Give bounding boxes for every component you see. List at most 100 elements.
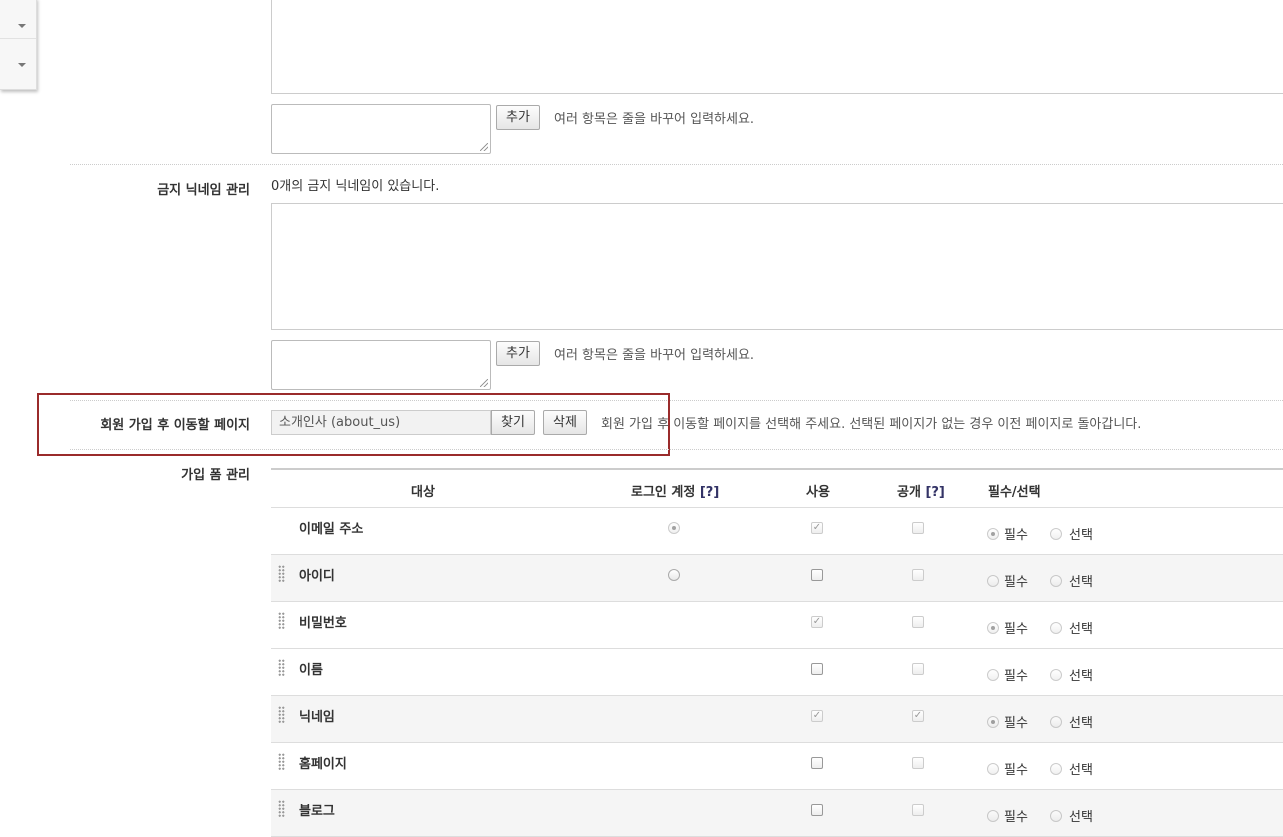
use-checkbox[interactable]: ✓: [811, 616, 823, 628]
row-name: 아이디: [299, 569, 335, 584]
banned-id-add-textarea[interactable]: [271, 104, 491, 154]
col-target: 대상: [411, 485, 435, 500]
table-row: 비밀번호 ✓ 필수 선택: [271, 602, 1283, 649]
optional-radio[interactable]: [1050, 810, 1062, 822]
col-login-account-label: 로그인 계정: [631, 485, 696, 500]
col-public: 공개 [?]: [897, 481, 945, 500]
banned-nickname-add-button[interactable]: 추가: [496, 341, 540, 366]
col-required-optional: 필수/선택: [988, 485, 1041, 500]
optional-radio[interactable]: [1050, 528, 1062, 540]
public-checkbox[interactable]: [912, 804, 924, 816]
use-checkbox[interactable]: [811, 757, 823, 769]
required-radio[interactable]: [987, 622, 999, 634]
table-row: 아이디 필수 선택: [271, 555, 1283, 602]
banned-nickname-label: 금지 닉네임 관리: [157, 183, 250, 198]
public-checkbox[interactable]: [912, 663, 924, 675]
required-radio[interactable]: [987, 575, 999, 587]
resize-grip-icon[interactable]: [480, 379, 488, 387]
optional-radio[interactable]: [1050, 763, 1062, 775]
optional-label: 선택: [1069, 716, 1093, 731]
drag-handle-icon[interactable]: [278, 753, 285, 771]
resize-grip-icon[interactable]: [480, 143, 488, 151]
public-checkbox[interactable]: [912, 522, 924, 534]
banned-id-help: 여러 항목은 줄을 바꾸어 입력하세요.: [554, 112, 755, 127]
col-use: 사용: [806, 485, 830, 500]
optional-radio[interactable]: [1050, 669, 1062, 681]
use-checkbox[interactable]: ✓: [811, 710, 823, 722]
optional-radio[interactable]: [1050, 622, 1062, 634]
table-row: 블로그 필수 선택: [271, 790, 1283, 837]
drag-handle-icon[interactable]: [278, 659, 285, 677]
row-name: 블로그: [299, 804, 335, 819]
chevron-down-icon: [18, 63, 26, 67]
optional-radio[interactable]: [1050, 716, 1062, 728]
optional-label: 선택: [1069, 669, 1093, 684]
dropdown-toggle-1[interactable]: [0, 0, 36, 39]
use-checkbox[interactable]: ✓: [811, 522, 823, 534]
required-label: 필수: [1004, 528, 1028, 543]
help-link[interactable]: [?]: [700, 485, 719, 500]
table-header: 대상 로그인 계정 [?] 사용 공개 [?] 필수/선택: [271, 470, 1283, 508]
help-link[interactable]: [?]: [925, 485, 944, 500]
use-checkbox[interactable]: [811, 804, 823, 816]
row-name: 홈페이지: [299, 757, 347, 772]
optional-label: 선택: [1069, 528, 1093, 543]
chevron-down-icon: [18, 24, 26, 28]
banned-nickname-add-textarea[interactable]: [271, 340, 491, 390]
table-row: 이름 필수 선택: [271, 649, 1283, 696]
divider: [70, 164, 1283, 165]
required-label: 필수: [1004, 763, 1028, 778]
divider: [70, 449, 1283, 450]
use-checkbox[interactable]: [811, 663, 823, 675]
optional-label: 선택: [1069, 763, 1093, 778]
drag-handle-icon[interactable]: [278, 612, 285, 630]
redirect-page-input[interactable]: 소개인사 (about_us): [271, 410, 491, 435]
drag-handle-icon[interactable]: [278, 565, 285, 583]
required-label: 필수: [1004, 669, 1028, 684]
find-page-button[interactable]: 찾기: [491, 410, 535, 435]
col-login-account: 로그인 계정 [?]: [631, 481, 719, 500]
table-row: 닉네임 ✓ ✓ 필수 선택: [271, 696, 1283, 743]
drag-handle-icon[interactable]: [278, 706, 285, 724]
public-checkbox[interactable]: [912, 569, 924, 581]
required-radio[interactable]: [987, 763, 999, 775]
redirect-page-label: 회원 가입 후 이동할 페이지: [100, 418, 250, 433]
row-name: 비밀번호: [299, 616, 347, 631]
optional-label: 선택: [1069, 575, 1093, 590]
public-checkbox[interactable]: ✓: [912, 710, 924, 722]
required-label: 필수: [1004, 716, 1028, 731]
signup-form-label: 가입 폼 관리: [181, 468, 250, 483]
row-name: 닉네임: [299, 710, 335, 725]
use-checkbox[interactable]: [811, 569, 823, 581]
table-row: 홈페이지 필수 선택: [271, 743, 1283, 790]
signup-form-table: 대상 로그인 계정 [?] 사용 공개 [?] 필수/선택 이메일 주소 ✓ 필…: [271, 468, 1283, 837]
optional-label: 선택: [1069, 810, 1093, 825]
public-checkbox[interactable]: [912, 757, 924, 769]
optional-label: 선택: [1069, 622, 1093, 637]
banned-nickname-count: 0개의 금지 닉네임이 있습니다.: [271, 179, 440, 194]
table-row: 이메일 주소 ✓ 필수 선택: [271, 508, 1283, 555]
side-dropdown-panel: [0, 0, 37, 90]
required-radio[interactable]: [987, 810, 999, 822]
login-account-radio[interactable]: [668, 522, 680, 534]
required-radio[interactable]: [987, 528, 999, 540]
required-radio[interactable]: [987, 716, 999, 728]
banned-nickname-help: 여러 항목은 줄을 바꾸어 입력하세요.: [554, 348, 755, 363]
dropdown-toggle-2[interactable]: [0, 39, 36, 79]
required-label: 필수: [1004, 810, 1028, 825]
optional-radio[interactable]: [1050, 575, 1062, 587]
banned-id-add-button[interactable]: 추가: [496, 105, 540, 130]
drag-handle-icon[interactable]: [278, 800, 285, 818]
login-account-radio[interactable]: [668, 569, 680, 581]
required-radio[interactable]: [987, 669, 999, 681]
required-label: 필수: [1004, 575, 1028, 590]
banned-nickname-list[interactable]: [271, 203, 1283, 330]
public-checkbox[interactable]: [912, 616, 924, 628]
required-label: 필수: [1004, 622, 1028, 637]
redirect-page-help: 회원 가입 후 이동할 페이지를 선택해 주세요. 선택된 페이지가 없는 경우…: [601, 417, 1142, 432]
delete-page-button[interactable]: 삭제: [543, 410, 587, 435]
col-public-label: 공개: [897, 485, 921, 500]
row-name: 이름: [299, 663, 323, 678]
row-name: 이메일 주소: [299, 522, 364, 537]
banned-id-list[interactable]: [271, 0, 1283, 94]
